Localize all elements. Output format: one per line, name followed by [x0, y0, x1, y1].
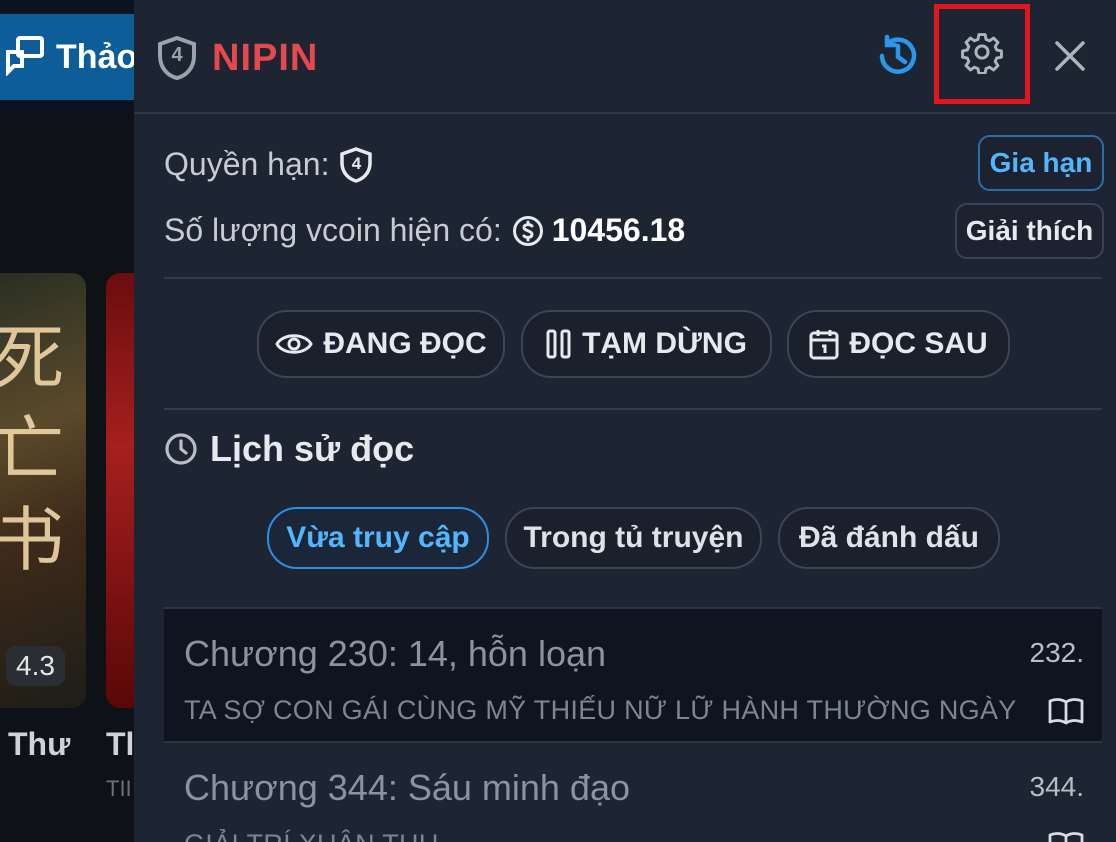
clock-icon [164, 432, 198, 466]
chapter-title: Chương 230: 14, hỗn loạn [184, 633, 607, 674]
read-later-label: ĐỌC SAU [849, 327, 988, 360]
chapter-number: 344. [1029, 771, 1085, 802]
level-badge-icon: 4 [339, 146, 373, 183]
history-section-title: Lịch sử đọc [164, 428, 414, 470]
vcoin-label: Số lượng vcoin hiện có: [164, 212, 502, 248]
panel-header: 4 NIPIN [134, 0, 1116, 114]
book-open-icon[interactable] [1048, 831, 1084, 842]
story-card-cover[interactable]: 死 亡 书 [0, 273, 86, 708]
story-title-2[interactable]: Tl [106, 726, 134, 763]
reading-status-label: ĐANG ĐỌC [323, 327, 487, 360]
story-title[interactable]: Thư [8, 726, 70, 763]
explain-button[interactable]: Giải thích [955, 203, 1104, 259]
history-item[interactable]: Chương 344: Sáu minh đạo 344. GIẢI TRÍ X… [164, 743, 1102, 842]
cover-art-text: 死 亡 书 [0, 317, 64, 581]
paused-status-label: TẠM DỪNG [582, 327, 747, 360]
level-shield-icon: 4 [156, 35, 198, 81]
history-icon [875, 33, 921, 84]
eye-icon [275, 329, 314, 359]
divider [164, 408, 1102, 410]
user-panel: 4 NIPIN Quyền hạn: 4 Gia hạn Số lượng vc… [134, 0, 1116, 842]
permission-row: Quyền hạn: 4 [164, 146, 373, 183]
read-later-button[interactable]: ĐỌC SAU [787, 310, 1010, 378]
chapter-number: 232. [1029, 637, 1085, 668]
tab-bookshelf[interactable]: Trong tủ truyện [505, 507, 762, 569]
settings-button[interactable] [934, 4, 1030, 104]
gear-icon [960, 30, 1004, 79]
chapter-title: Chương 344: Sáu minh đạo [184, 767, 630, 808]
vcoin-row: Số lượng vcoin hiện có: 10456.18 [164, 212, 685, 249]
permission-label: Quyền hạn: [164, 146, 330, 182]
close-icon [1052, 38, 1088, 79]
coin-icon [512, 215, 544, 247]
story-name: TA SỢ CON GÁI CÙNG MỸ THIẾU NỮ LỮ HÀNH T… [184, 695, 1017, 725]
discussion-button[interactable]: Thảo [0, 14, 134, 100]
tab-bookmarked[interactable]: Đã đánh dấu [778, 507, 1000, 569]
story-subtitle-2: TII [106, 776, 132, 801]
paused-status-button[interactable]: TẠM DỪNG [521, 310, 772, 378]
username: NIPIN [212, 36, 319, 79]
tab-recent[interactable]: Vừa truy cập [267, 507, 489, 569]
background-topbar: Thảo [0, 0, 134, 114]
brand: 4 NIPIN [156, 35, 319, 81]
pause-icon [546, 329, 572, 359]
history-button[interactable] [868, 20, 928, 96]
reading-status-button[interactable]: ĐANG ĐỌC [257, 310, 505, 378]
rating-badge: 4.3 [6, 646, 65, 686]
history-item[interactable]: Chương 230: 14, hỗn loạn 232. TA SỢ CON … [164, 607, 1102, 743]
divider [164, 277, 1102, 279]
story-name: GIẢI TRÍ XUÂN THU [184, 829, 439, 842]
chat-icon [4, 34, 46, 81]
calendar-icon [809, 328, 839, 360]
vcoin-amount: 10456.18 [551, 212, 686, 248]
close-button[interactable] [1040, 20, 1100, 96]
book-open-icon[interactable] [1048, 697, 1084, 730]
history-title: Lịch sử đọc [210, 428, 415, 469]
discussion-label: Thảo [56, 37, 134, 76]
history-list: Chương 230: 14, hỗn loạn 232. TA SỢ CON … [164, 607, 1102, 842]
renew-button[interactable]: Gia hạn [978, 135, 1104, 191]
